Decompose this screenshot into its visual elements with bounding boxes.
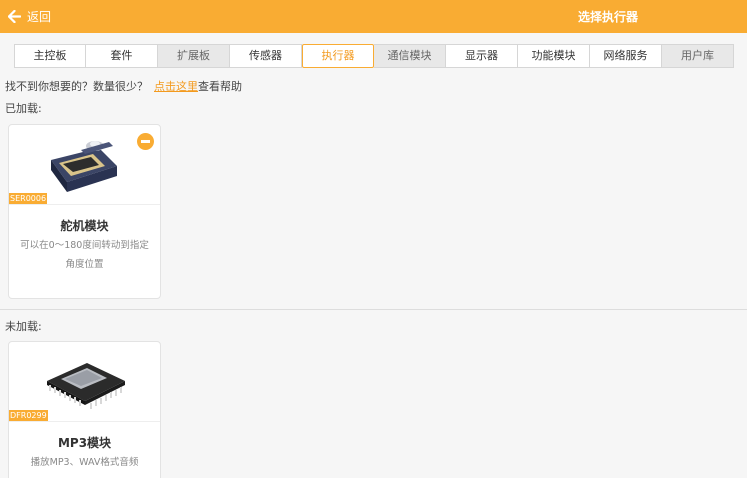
module-name: 舵机模块 [60, 219, 109, 233]
help-suffix: 查看帮助 [198, 80, 242, 93]
page-title: 选择执行器 [578, 10, 639, 24]
help-prefix: 找不到你想要的？数量很少？ [5, 80, 148, 93]
top-bar: 返回 选择执行器 [0, 0, 747, 33]
unloaded-section-label: 未加载: [5, 320, 42, 333]
arrow-left-icon [8, 10, 21, 23]
help-text: 找不到你想要的？数量很少？ 点击这里查看帮助 [5, 78, 242, 94]
loaded-section-label: 已加载: [5, 102, 42, 115]
module-description: 播放MP3、WAV格式音频 [30, 457, 139, 468]
tab-actuator[interactable]: 执行器 [302, 44, 374, 68]
back-label: 返回 [27, 10, 52, 24]
servo-image [50, 140, 117, 192]
module-sku-tag: DFR0299 [9, 410, 48, 421]
tab-function-module[interactable]: 功能模块 [518, 44, 590, 68]
tab-main-board[interactable]: 主控板 [14, 44, 86, 68]
section-divider [0, 309, 747, 310]
module-name: MP3模块 [57, 436, 112, 450]
help-link[interactable]: 点击这里 [154, 80, 198, 93]
module-image: SER0006 [9, 125, 160, 205]
module-description: 可以在0～180度间转动到指定角度位置 [20, 240, 149, 270]
module-image: DFR0299 [9, 342, 160, 422]
minus-circle-icon[interactable] [137, 133, 154, 150]
mp3-module-image [46, 362, 125, 409]
tab-display[interactable]: 显示器 [446, 44, 518, 68]
tab-network-service[interactable]: 网络服务 [590, 44, 662, 68]
module-card-mp3[interactable]: DFR0299 MP3模块 播放MP3、WAV格式音频 [8, 341, 161, 478]
tab-kit[interactable]: 套件 [86, 44, 158, 68]
module-card-servo[interactable]: SER0006 舵机模块 可以在0～180度间转动到指定角度位置 [8, 124, 161, 299]
back-button[interactable]: 返回 [8, 8, 51, 25]
tab-sensor[interactable]: 传感器 [230, 44, 302, 68]
module-sku-tag: SER0006 [9, 193, 48, 204]
tab-expansion-board[interactable]: 扩展板 [158, 44, 230, 68]
tab-user-library[interactable]: 用户库 [662, 44, 734, 68]
category-tabs: 主控板 套件 扩展板 传感器 执行器 通信模块 显示器 功能模块 网络服务 用户… [14, 44, 734, 68]
tab-communication[interactable]: 通信模块 [374, 44, 446, 68]
